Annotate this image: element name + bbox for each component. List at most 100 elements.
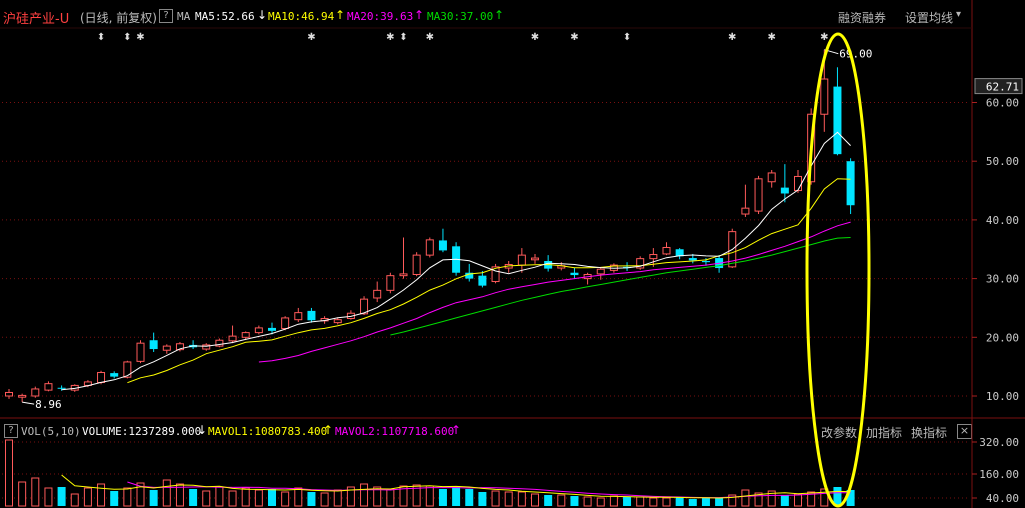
volume-bar-up bbox=[5, 439, 13, 507]
volume-tick-label: 320.00 bbox=[979, 436, 1019, 449]
candle-down bbox=[438, 240, 447, 251]
candle-up bbox=[5, 391, 13, 397]
volume-bar-up bbox=[18, 481, 27, 507]
volume-bar-up bbox=[44, 487, 53, 507]
candle-up bbox=[820, 78, 829, 115]
price-tick-label: 40.00 bbox=[986, 214, 1019, 227]
candle-down bbox=[478, 275, 487, 286]
volume-bar-up bbox=[31, 477, 40, 507]
price-tick-label: 30.00 bbox=[986, 273, 1019, 286]
volume-bar-down bbox=[438, 489, 447, 506]
candle-up bbox=[412, 254, 421, 275]
volume-bar-down bbox=[452, 486, 461, 506]
candle-down bbox=[688, 258, 697, 261]
volume-bar-down bbox=[465, 489, 474, 506]
volume-bar-down bbox=[715, 498, 724, 506]
candle-up bbox=[44, 383, 53, 391]
volume-tick-label: 40.00 bbox=[986, 492, 1019, 505]
event-marker-icon: ✱ bbox=[136, 32, 144, 43]
low-pointer bbox=[22, 401, 35, 405]
volume-bar-up bbox=[531, 493, 539, 507]
volume-bar-up bbox=[596, 497, 605, 507]
candle-up bbox=[531, 257, 539, 261]
event-marker-icon: ⬍ bbox=[97, 32, 105, 43]
volume-bar-up bbox=[162, 479, 171, 507]
candle-down bbox=[833, 86, 842, 155]
volume-bar-down bbox=[701, 498, 710, 506]
candle-up bbox=[18, 394, 27, 398]
volume-bar-up bbox=[254, 489, 263, 507]
high-price-label: 69.00 bbox=[839, 48, 872, 61]
event-marker-icon: ✱ bbox=[728, 32, 736, 43]
volume-bar-up bbox=[333, 489, 342, 507]
volume-bar-up bbox=[583, 496, 592, 507]
volume-bar-up bbox=[636, 496, 645, 507]
event-marker-icon: ⬍ bbox=[623, 32, 631, 43]
price-tick-label: 20.00 bbox=[986, 331, 1019, 344]
volume-bar-up bbox=[794, 493, 802, 507]
event-marker-icon: ✱ bbox=[307, 32, 315, 43]
candle-up bbox=[662, 246, 671, 255]
event-marker-icon: ✱ bbox=[570, 32, 578, 43]
candle-up bbox=[31, 388, 40, 397]
volume-bar-down bbox=[780, 495, 789, 506]
candle-up bbox=[425, 239, 434, 256]
candle-up bbox=[136, 342, 145, 362]
low-price-label: 8.96 bbox=[35, 398, 62, 411]
candle-down bbox=[268, 327, 276, 331]
candle-up bbox=[649, 254, 658, 260]
candle-down bbox=[780, 187, 789, 194]
volume-bar-down bbox=[544, 495, 553, 506]
volume-bar-down bbox=[688, 499, 697, 506]
volume-bar-up bbox=[281, 491, 290, 507]
candle-up bbox=[741, 207, 750, 215]
chart-canvas[interactable]: 10.00 20.00 30.00 40.00 50.00 60.00 40.00 160.0… bbox=[0, 0, 1025, 508]
volume-bar-down bbox=[268, 489, 276, 506]
candle-down bbox=[149, 340, 158, 350]
price-tick-label: 50.00 bbox=[986, 155, 1019, 168]
candle-up bbox=[333, 319, 342, 324]
volume-bar-up bbox=[504, 491, 513, 507]
candle-down bbox=[846, 161, 855, 206]
candle-up bbox=[767, 172, 776, 183]
volume-bar-down bbox=[189, 489, 198, 506]
volume-bar-up bbox=[70, 493, 79, 507]
candle-down bbox=[57, 387, 66, 389]
volume-bar-up bbox=[83, 487, 92, 507]
volume-bar-down bbox=[623, 497, 632, 506]
volume-bar-down bbox=[307, 492, 316, 506]
volume-bar-up bbox=[215, 486, 224, 507]
volume-bar-up bbox=[649, 497, 658, 507]
volume-bar-down bbox=[110, 491, 119, 506]
volume-bar-up bbox=[491, 490, 500, 507]
volume-bar-up bbox=[241, 487, 250, 507]
stock-chart-window: 沪硅产业-U (日线, 前复权) ? MA MA5:52.66 ↓ MA10:4… bbox=[0, 0, 1025, 508]
candle-up bbox=[517, 254, 526, 266]
volume-bar-up bbox=[662, 497, 671, 507]
volume-bar-up bbox=[294, 487, 303, 507]
event-marker-icon: ⬍ bbox=[123, 32, 131, 43]
candle-up bbox=[399, 273, 408, 277]
volume-bar-up bbox=[228, 490, 237, 507]
candle-up bbox=[386, 275, 395, 291]
volume-tick-label: 160.00 bbox=[979, 468, 1019, 481]
volume-bar-up bbox=[97, 483, 106, 507]
current-price-label: 62.71 bbox=[986, 81, 1019, 94]
event-marker-icon: ✱ bbox=[426, 32, 434, 43]
candle-up bbox=[123, 361, 132, 378]
volume-bar-down bbox=[478, 492, 487, 506]
candle-up bbox=[228, 335, 237, 342]
candle-up bbox=[794, 175, 802, 192]
volume-bar-down bbox=[570, 496, 579, 506]
volume-bar-up bbox=[425, 485, 434, 507]
volume-bar-up bbox=[123, 487, 132, 507]
candle-up bbox=[97, 372, 106, 383]
candle-up bbox=[596, 268, 605, 275]
candle-up bbox=[373, 289, 382, 299]
volume-bar-up bbox=[741, 489, 750, 507]
volume-bar-up bbox=[517, 491, 526, 507]
volume-bar-up bbox=[609, 495, 618, 507]
event-marker-icon: ✱ bbox=[531, 32, 539, 43]
candle-up bbox=[241, 332, 250, 338]
event-marker-icon: ✱ bbox=[386, 32, 394, 43]
